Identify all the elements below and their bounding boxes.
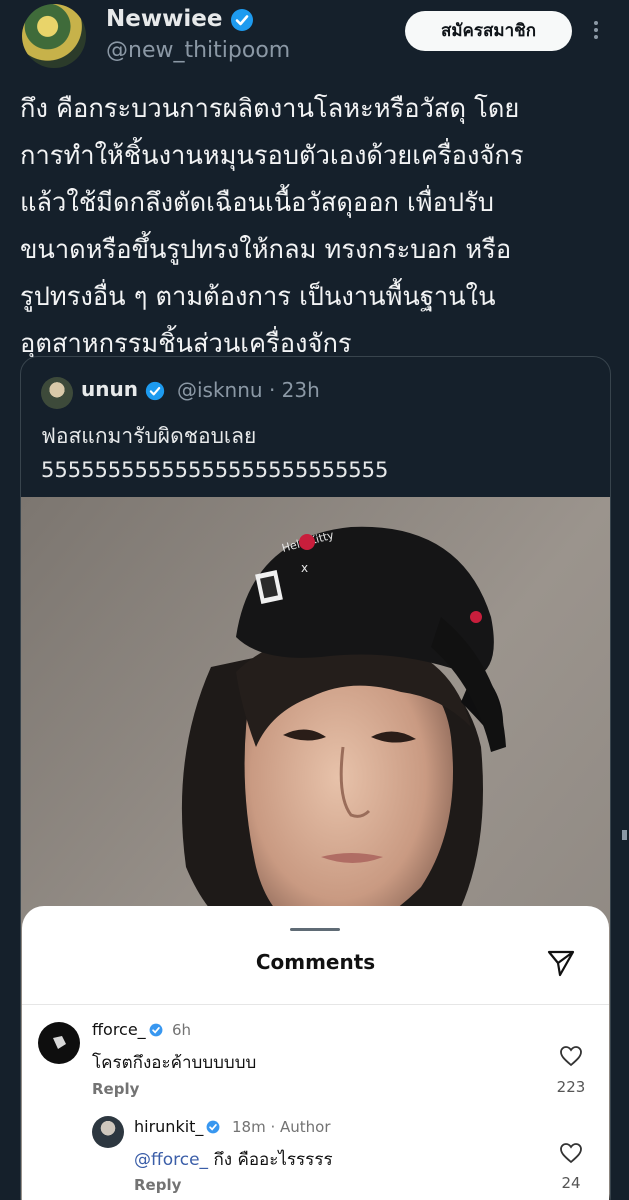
comment-mention[interactable]: @fforce_ [134,1150,208,1170]
comment-username-text[interactable]: fforce_ [92,1020,146,1039]
author-name-row[interactable]: Newwiee [106,6,254,32]
sheet-grabber[interactable] [290,928,340,931]
author-handle[interactable]: @new_thitipoom [106,38,290,63]
comment-time: 6h [172,1021,192,1039]
author-display-name[interactable]: Newwiee [106,6,222,32]
reply-button[interactable]: Reply [134,1176,181,1194]
quote-author-avatar[interactable] [41,377,73,409]
reply-button[interactable]: Reply [92,1080,139,1098]
comment-text-row: @fforce_ กึง คืออะไรรรรร [134,1146,333,1173]
tweet-text: กึง คือกระบวนการผลิตงานโลหะหรือวัสดุ โดย… [20,94,524,359]
verified-badge-icon [149,1023,163,1037]
quote-time: · 23h [268,378,320,402]
verified-badge-icon [145,381,165,400]
heart-icon[interactable] [559,1142,583,1164]
comment-text: โครตกึงอะค้าบบบบบบ [92,1053,257,1073]
comment-username[interactable]: fforce_ [92,1020,163,1039]
quote-handle[interactable]: @isknnu [177,378,263,402]
comment-username[interactable]: hirunkit_ [134,1117,220,1136]
comment-text: กึง คืออะไรรรรร [208,1150,333,1170]
comments-sheet: Comments fforce_ 6h โครตกึงอะค้าบบบบบบ R… [22,906,609,1200]
quote-text: ฟอสแกมารับผิดชอบเลย 55555555555555555555… [41,424,389,482]
commenter-avatar[interactable] [92,1116,124,1148]
like-count: 223 [556,1078,586,1096]
quote-display-name[interactable]: unun [81,377,138,401]
verified-badge-icon [207,1120,220,1134]
like-count: 24 [561,1174,581,1192]
comment-time: 18m · Author [232,1118,331,1136]
heart-icon[interactable] [559,1045,583,1067]
tweet-header: Newwiee @new_thitipoom สมัครสมาชิก [0,0,629,80]
cap-x-text: x [301,561,308,575]
send-icon[interactable] [546,948,576,978]
commenter-avatar[interactable] [38,1022,80,1064]
author-avatar[interactable] [22,4,86,68]
subscribe-button[interactable]: สมัครสมาชิก [405,11,572,51]
more-options-icon[interactable] [590,18,602,44]
scrollbar-thumb[interactable] [622,830,627,840]
comments-title: Comments [255,950,376,974]
quote-author-name-row[interactable]: unun [81,377,165,401]
quote-handle-time: @isknnu · 23h [177,378,320,402]
verified-badge-icon [231,8,254,31]
comment-username-text[interactable]: hirunkit_ [134,1117,203,1136]
divider [22,1004,609,1005]
